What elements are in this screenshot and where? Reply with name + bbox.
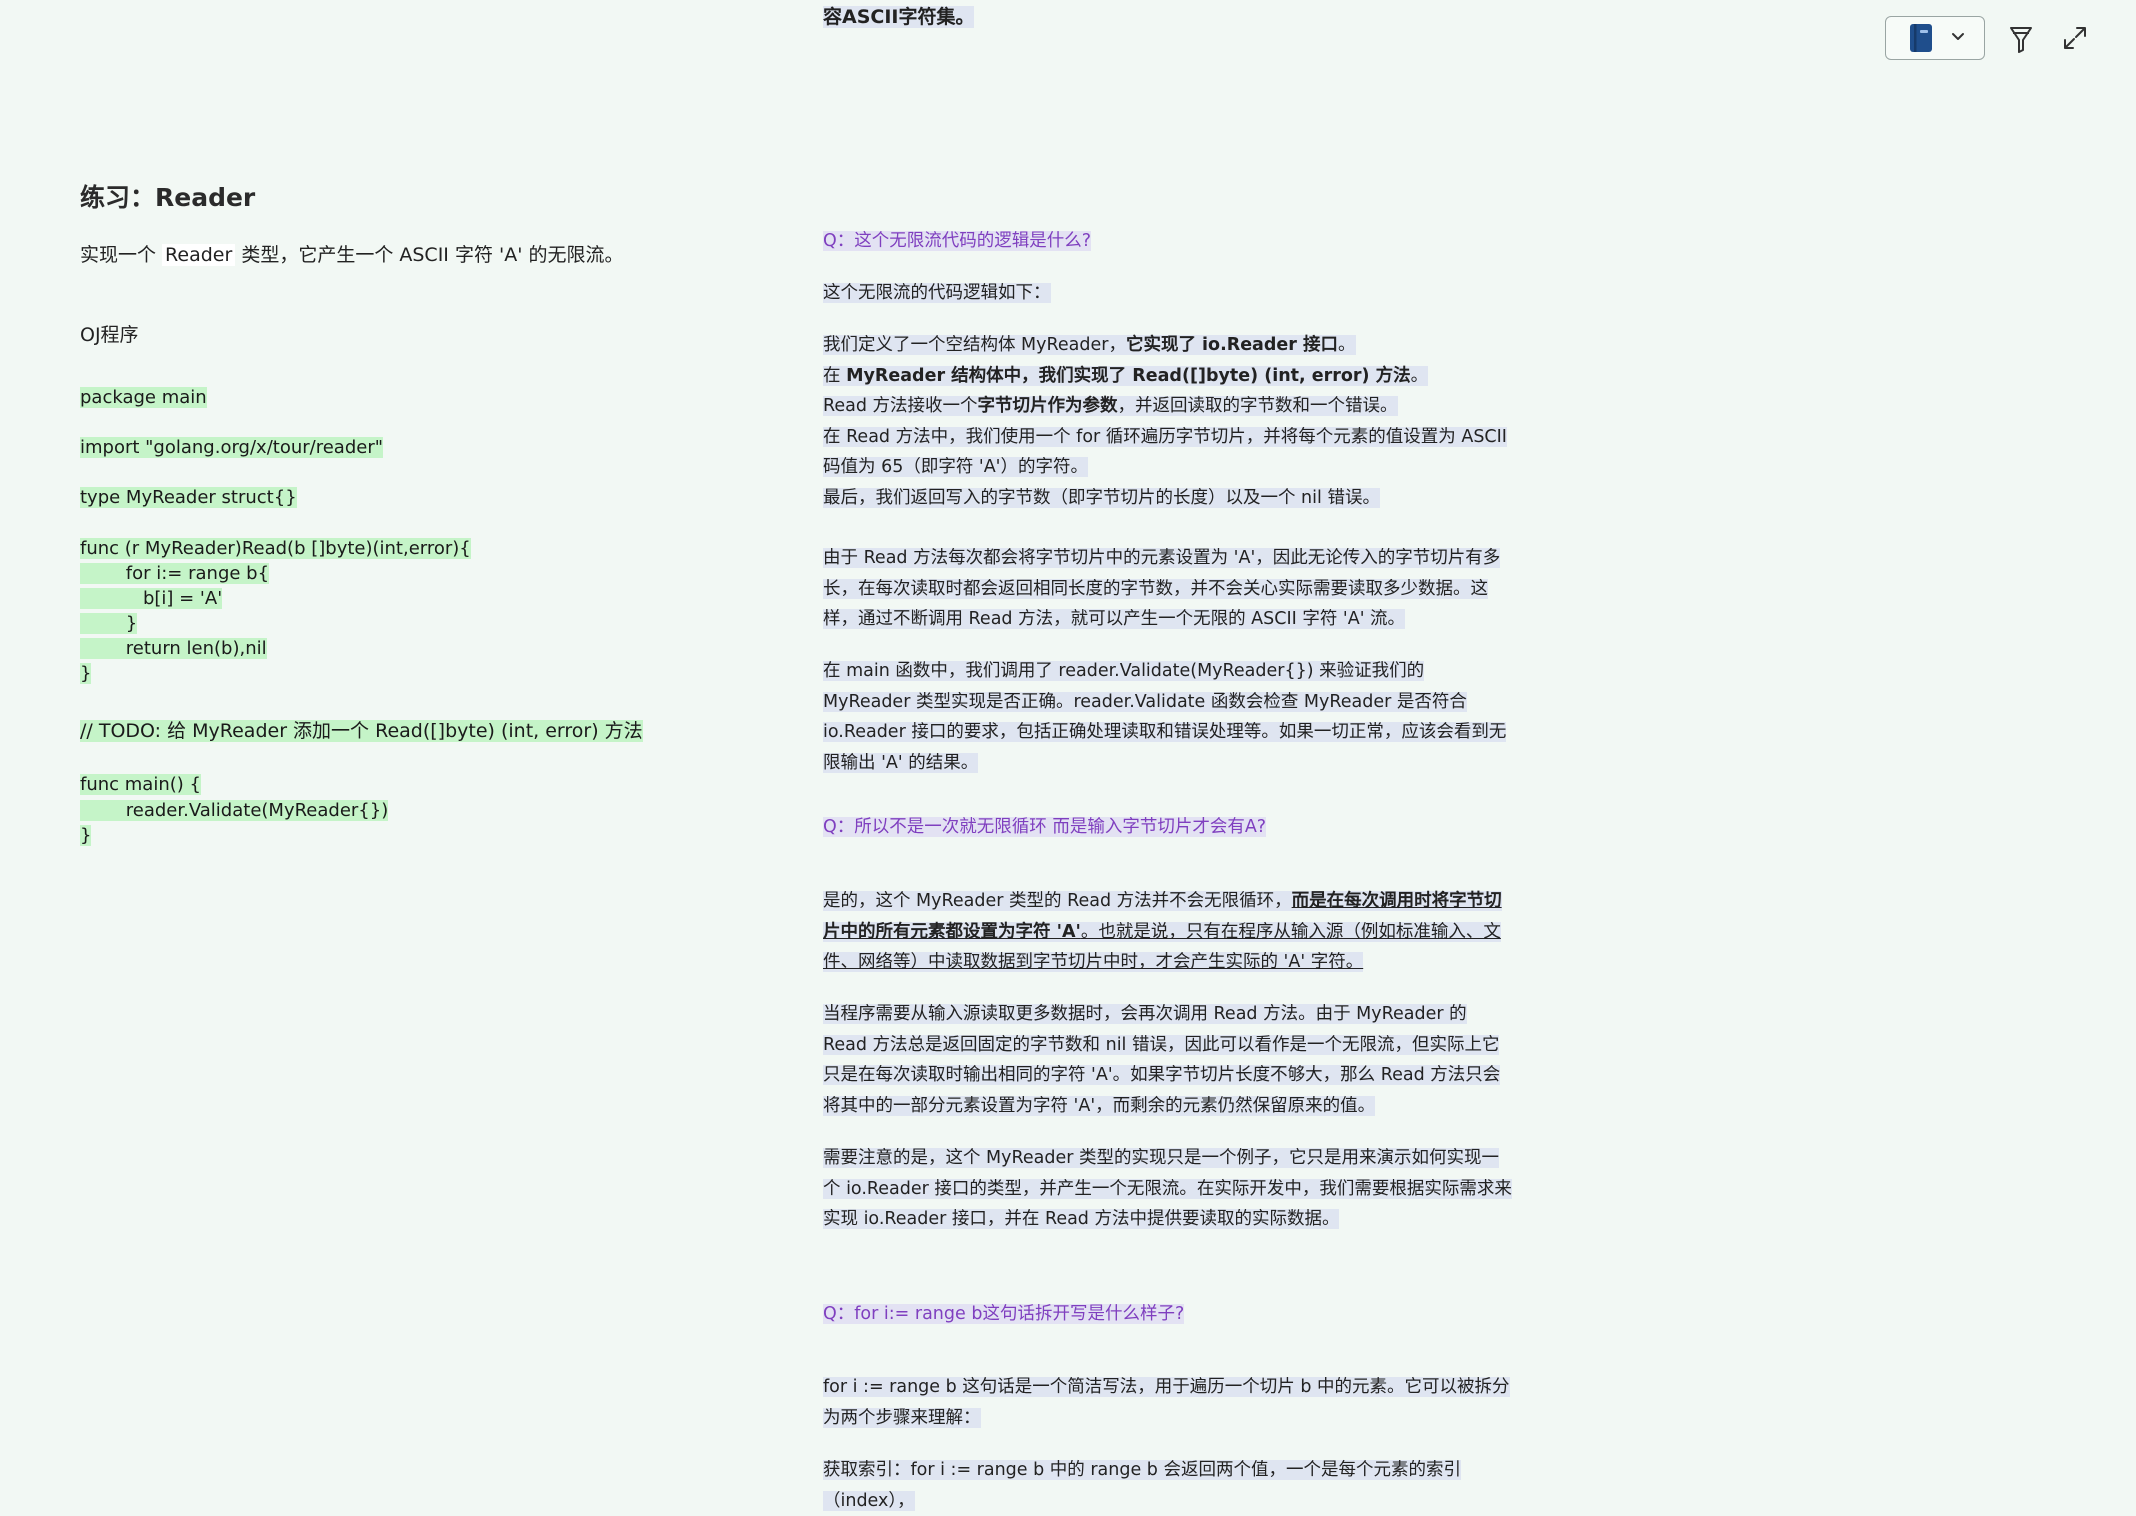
page-title: 练习：Reader [80,183,256,212]
answer-2-paragraph-2: 当程序需要从输入源读取更多数据时，会再次调用 Read 方法。由于 MyRead… [823,1004,1501,1116]
code-line: type MyReader struct{} [80,487,297,508]
code-line: package main [80,387,207,408]
highlighter-icon[interactable] [2008,24,2034,58]
code-line: func main() { [80,774,201,795]
code-line: } [80,825,92,846]
oj-label: OJ程序 [80,324,139,346]
answer-3-paragraph-1: for i := range b 这句话是一个简洁写法，用于遍历一个切片 b 中… [823,1377,1510,1428]
answer-1-intro: 这个无限流的代码逻辑如下： [823,283,1051,303]
answer-1-paragraph-3: 在 main 函数中，我们调用了 reader.Validate(MyReade… [823,661,1507,773]
code-line: reader.Validate(MyReader{}) [80,800,389,821]
answer-1-line: 在 Read 方法中，我们使用一个 for 循环遍历字节切片，并将每个元素的值设… [823,426,1507,477]
answer-1-line: 在 MyReader 结构体中，我们实现了 Read([]byte) (int,… [823,365,1429,386]
intro-pre: 实现一个 [80,244,163,266]
answer-1-list: 我们定义了一个空结构体 MyReader，它实现了 io.Reader 接口。 … [823,330,1513,513]
notebook-icon [1908,23,1934,57]
top-fragment: 容ASCII字符集。 [823,6,975,28]
answer-3-paragraph-2: 获取索引：for i := range b 中的 range b 会返回两个值，… [823,1460,1461,1511]
answer-1-line: 最后，我们返回写入的字节数（即字节切片的长度）以及一个 nil 错误。 [823,487,1380,508]
expand-icon[interactable] [2062,25,2088,55]
answer-1-paragraph-2: 由于 Read 方法每次都会将字节切片中的元素设置为 'A'，因此无论传入的字节… [823,548,1501,629]
answer-2-paragraph-3: 需要注意的是，这个 MyReader 类型的实现只是一个例子，它只是用来演示如何… [823,1148,1512,1229]
code-line: func (r MyReader)Read(b []byte)(int,erro… [80,538,471,559]
chevron-down-icon[interactable] [1950,29,1966,49]
answer-1-line: 我们定义了一个空结构体 MyReader，它实现了 io.Reader 接口。 [823,335,1356,355]
code-line: b[i] = 'A' [80,588,223,609]
question-3: Q：for i:= range b这句话拆开写是什么样子? [823,1304,1185,1324]
code-line: } [80,613,138,634]
code-line: } [80,663,92,684]
answer-1-line: Read 方法接收一个字节切片作为参数，并返回读取的字节数和一个错误。 [823,396,1398,416]
code-line: return len(b),nil [80,638,267,659]
question-1: Q：这个无限流代码的逻辑是什么? [823,231,1092,251]
intro-code: Reader [162,244,236,266]
exercise-description: 实现一个 Reader 类型，它产生一个 ASCII 字符 'A' 的无限流。 [80,240,623,267]
intro-post: 类型，它产生一个 ASCII 字符 'A' 的无限流。 [235,244,624,266]
question-2: Q：所以不是一次就无限循环 而是输入字节切片才会有A? [823,817,1267,837]
answer-2-paragraph-1: 是的，这个 MyReader 类型的 Read 方法并不会无限循环，而是在每次调… [823,891,1502,972]
code-line: import "golang.org/x/tour/reader" [80,437,383,458]
code-comment: // TODO: 给 MyReader 添加一个 Read([]byte) (i… [80,720,643,742]
code-line: for i:= range b{ [80,563,270,584]
notebook-selector[interactable] [1885,16,1985,60]
